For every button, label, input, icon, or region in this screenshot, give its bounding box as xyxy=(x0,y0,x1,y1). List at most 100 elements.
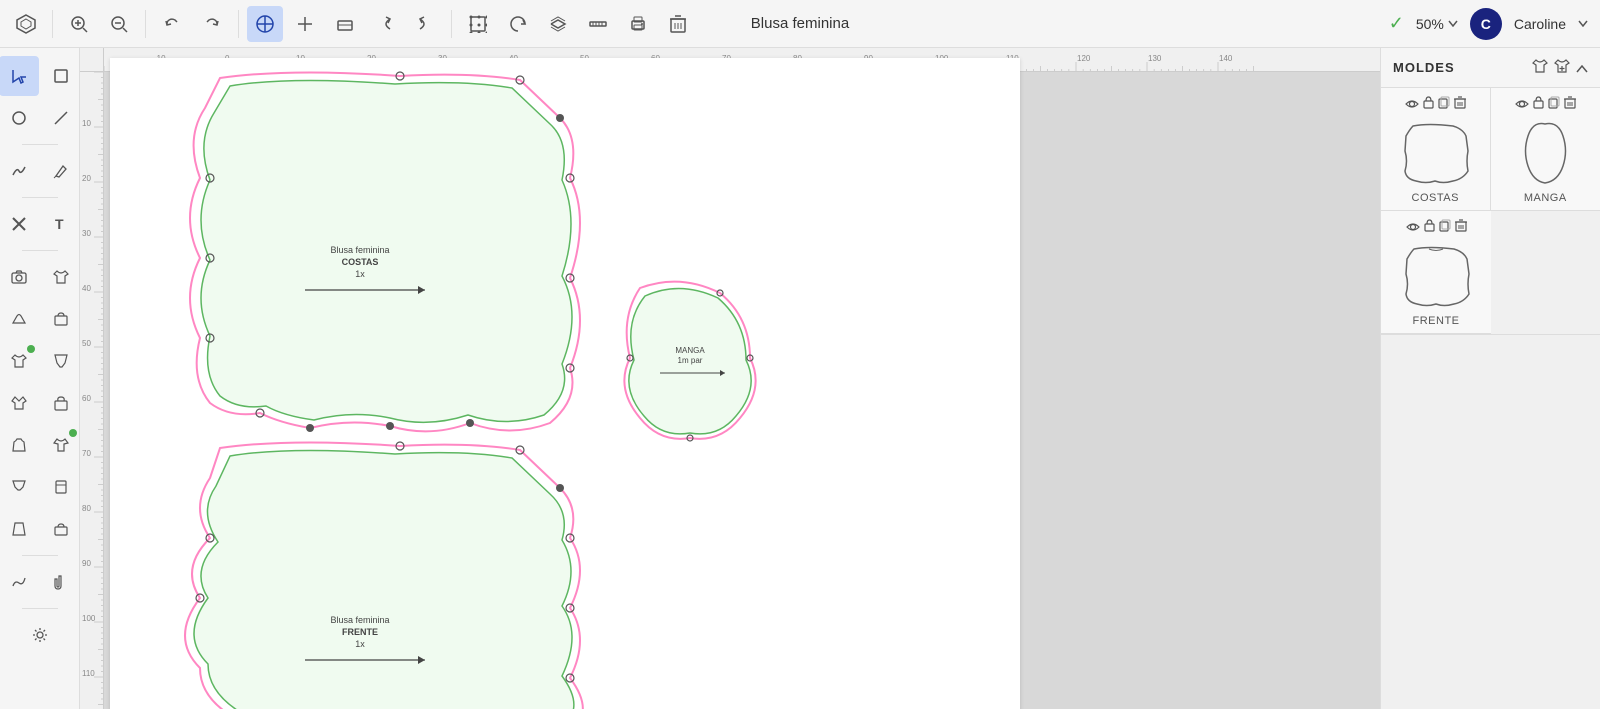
manga-eye-icon[interactable] xyxy=(1515,97,1529,112)
frente-copy-icon[interactable] xyxy=(1439,219,1451,235)
blouse-tool[interactable] xyxy=(0,341,39,381)
tshirt-tool[interactable] xyxy=(41,425,81,465)
add-point-button[interactable] xyxy=(287,6,323,42)
print-button[interactable] xyxy=(620,6,656,42)
frente-icons-row xyxy=(1406,219,1467,235)
main-area: T xyxy=(0,48,1600,709)
settings-tool[interactable] xyxy=(20,615,60,655)
jacket-tool[interactable] xyxy=(0,383,39,423)
ruler-left-svg: 102030405060708090100110120 xyxy=(80,72,104,709)
svg-text:120: 120 xyxy=(1077,54,1091,63)
bag2-tool[interactable] xyxy=(41,383,81,423)
grid-button[interactable] xyxy=(460,6,496,42)
erase-button[interactable] xyxy=(327,6,363,42)
panel-collapse-icon[interactable] xyxy=(1576,60,1588,76)
svg-text:30: 30 xyxy=(82,229,91,238)
bag-tool[interactable] xyxy=(41,299,81,339)
measure-button[interactable] xyxy=(580,6,616,42)
frente-row: FRENTE xyxy=(1381,211,1600,335)
frente-lock-icon[interactable] xyxy=(1424,219,1435,235)
costas-lock-icon[interactable] xyxy=(1423,96,1434,112)
manga-delete-icon[interactable] xyxy=(1564,96,1576,112)
layers-button[interactable] xyxy=(540,6,576,42)
rotate-button[interactable] xyxy=(500,6,536,42)
moldes-grid: COSTAS xyxy=(1381,88,1600,211)
zoom-out-button[interactable] xyxy=(101,6,137,42)
panel-header-icons xyxy=(1532,58,1588,77)
costas-delete-icon[interactable] xyxy=(1454,96,1466,112)
zoom-control[interactable]: 50% xyxy=(1416,16,1458,32)
manga-copy-icon[interactable] xyxy=(1548,96,1560,112)
logo-button[interactable] xyxy=(8,6,44,42)
clip-tool[interactable] xyxy=(41,562,81,602)
select-tool-button[interactable] xyxy=(247,6,283,42)
text-tool[interactable]: T xyxy=(41,204,81,244)
user-chevron-icon xyxy=(1578,20,1588,27)
tool-sep4 xyxy=(22,555,58,556)
svg-text:T: T xyxy=(55,216,64,232)
delete-button[interactable] xyxy=(660,6,696,42)
frente-eye-icon[interactable] xyxy=(1406,220,1420,235)
user-avatar[interactable]: C xyxy=(1470,8,1502,40)
purse-tool[interactable] xyxy=(41,509,81,549)
frente-thumbnail xyxy=(1396,241,1476,311)
panel-title: MOLDES xyxy=(1393,60,1455,75)
arrow-tool[interactable] xyxy=(0,56,39,96)
manga-lock-icon[interactable] xyxy=(1533,96,1544,112)
document-title: Blusa feminina xyxy=(751,15,849,32)
manga-label: MANGA xyxy=(1524,192,1567,204)
dress-tool[interactable] xyxy=(0,425,39,465)
undo-button[interactable] xyxy=(154,6,190,42)
ruler-corner xyxy=(80,48,104,72)
stitch-tool[interactable] xyxy=(0,562,39,602)
zoom-in-button[interactable] xyxy=(61,6,97,42)
panel-shirt-icon[interactable] xyxy=(1532,58,1548,77)
skirt-tool[interactable] xyxy=(0,509,39,549)
svg-text:90: 90 xyxy=(82,559,91,568)
sep4 xyxy=(451,10,452,38)
canvas-area[interactable]: -70-60-50-40-30-20-100102030405060708090… xyxy=(80,48,1380,709)
molde-frente: FRENTE xyxy=(1381,211,1491,334)
pocket-tool[interactable] xyxy=(41,467,81,507)
svg-text:20: 20 xyxy=(82,174,91,183)
panel-header: MOLDES xyxy=(1381,48,1600,88)
curve-right-button[interactable] xyxy=(407,6,443,42)
svg-text:50: 50 xyxy=(82,339,91,348)
tool-sep5 xyxy=(22,608,58,609)
freehand-tool[interactable] xyxy=(0,151,39,191)
toolbar-right: ✓ 50% C Caroline xyxy=(1389,8,1588,40)
manga-icons-row xyxy=(1515,96,1576,112)
frente-delete-icon[interactable] xyxy=(1455,219,1467,235)
pants-tool[interactable] xyxy=(41,341,81,381)
hat-tool[interactable] xyxy=(0,299,39,339)
pen-tool[interactable] xyxy=(41,151,81,191)
panel-add-icon[interactable] xyxy=(1554,58,1570,77)
close-tool[interactable] xyxy=(0,204,39,244)
svg-text:40: 40 xyxy=(82,284,91,293)
costas-eye-icon[interactable] xyxy=(1405,97,1419,112)
rect-tool[interactable] xyxy=(41,56,81,96)
sep3 xyxy=(238,10,239,38)
shirt1-tool[interactable] xyxy=(41,257,81,297)
user-name: Caroline xyxy=(1514,16,1566,32)
camera-tool[interactable] xyxy=(0,257,39,297)
svg-text:130: 130 xyxy=(1148,54,1162,63)
tool-sep3 xyxy=(22,250,58,251)
circle-tool[interactable] xyxy=(0,98,39,138)
blouse-dot xyxy=(27,345,35,353)
shorts-tool[interactable] xyxy=(0,467,39,507)
costas-copy-icon[interactable] xyxy=(1438,96,1450,112)
canvas-paper xyxy=(110,58,1020,709)
main-toolbar: Blusa feminina ✓ 50% C Caroline xyxy=(0,0,1600,48)
svg-text:60: 60 xyxy=(82,394,91,403)
svg-text:100: 100 xyxy=(82,614,96,623)
right-panel: MOLDES xyxy=(1380,48,1600,709)
redo-button[interactable] xyxy=(194,6,230,42)
line-tool[interactable] xyxy=(41,98,81,138)
costas-thumbnail xyxy=(1395,118,1475,188)
molde-costas: COSTAS xyxy=(1381,88,1491,211)
zoom-value: 50% xyxy=(1416,16,1444,32)
check-icon: ✓ xyxy=(1389,13,1404,34)
curve-left-button[interactable] xyxy=(367,6,403,42)
svg-text:70: 70 xyxy=(82,449,91,458)
